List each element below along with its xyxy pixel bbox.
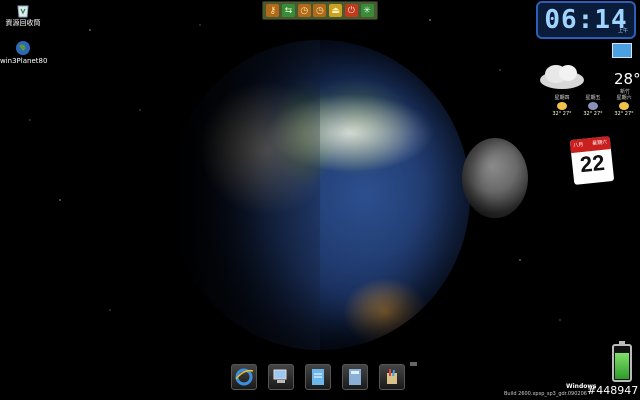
dock-paint[interactable]: [379, 364, 405, 390]
key-icon[interactable]: ⚷: [266, 4, 280, 17]
planet-app-icon: [16, 41, 30, 55]
build-string: Build 2600.xpsp_sp3_gdr.090206: [504, 391, 587, 397]
forecast-day-name: 星期六: [616, 95, 632, 101]
monitor-icon[interactable]: [612, 43, 632, 58]
dock-expand-handle[interactable]: [410, 362, 417, 366]
paint-icon: [387, 369, 397, 384]
forecast-temp: 32° 27°: [552, 111, 572, 117]
battery-gauge[interactable]: [612, 341, 632, 382]
settings-burst-icon[interactable]: ✳: [360, 4, 374, 17]
forecast-temp: 32° 27°: [614, 111, 634, 117]
power-icon[interactable]: ⏻: [344, 4, 358, 17]
battery-cap: [619, 341, 625, 344]
forecast-day: 星期六 32° 27°: [610, 94, 638, 117]
internet-explorer-icon: [235, 368, 254, 386]
cloudy-weather-icon: [540, 65, 584, 89]
desktop-icon-recycle-bin[interactable]: 資源回收筒: [0, 2, 46, 28]
clock-ampm: 上午: [617, 28, 628, 34]
desktop-icon-planet-app[interactable]: win3Planet80: [0, 40, 48, 66]
storm-icon: [588, 102, 598, 110]
forecast-day-name: 星期四: [554, 95, 570, 101]
clock-time: 06:14: [544, 5, 628, 35]
digital-clock-widget[interactable]: 06:14 上午: [536, 1, 636, 39]
forecast-day-name: 星期五: [585, 95, 601, 101]
desktop-icon-label: win3Planet80: [0, 57, 48, 65]
dock-internet-explorer[interactable]: [231, 364, 257, 390]
desktop-icon-label: 資源回收筒: [5, 19, 41, 27]
forecast-day: 星期五 32° 27°: [579, 94, 607, 117]
moon: [462, 138, 528, 218]
clock-icon[interactable]: ◷: [297, 4, 311, 17]
forecast-temp: 32° 27°: [583, 111, 603, 117]
sun-icon: [619, 102, 629, 110]
dock-notepad[interactable]: [305, 364, 331, 390]
calculator-icon: [349, 369, 361, 385]
dock-network-computer[interactable]: [268, 364, 294, 390]
swap-arrows-icon[interactable]: ⇆: [282, 4, 296, 17]
dock-calculator[interactable]: [342, 364, 368, 390]
notepad-icon: [312, 369, 324, 385]
current-temperature: 28°: [614, 70, 640, 88]
calendar-day: 22: [578, 149, 606, 178]
watermark-id: #448947: [587, 384, 639, 397]
battery-level-fill: [615, 353, 629, 379]
calendar-weekday: 星期六: [591, 139, 608, 147]
top-toolbar: ⚷ ⇆ ◷ ◷ ⏏ ⏻ ✳: [262, 1, 378, 20]
network-computer-icon: [273, 369, 287, 383]
calendar-month: 八月: [573, 141, 584, 149]
weather-widget[interactable]: 28° 新竹 星期四 32° 27° 星期五 32° 27° 星期六 32° 2…: [534, 58, 640, 130]
clock-alt-icon[interactable]: ◷: [313, 4, 327, 17]
eject-icon[interactable]: ⏏: [329, 4, 343, 17]
forecast-day: 星期四 32° 27°: [548, 94, 576, 117]
calendar-widget[interactable]: 八月 星期六 22: [569, 136, 615, 185]
recycle-bin-icon: [17, 5, 29, 18]
forecast-row: 星期四 32° 27° 星期五 32° 27° 星期六 32° 27°: [548, 94, 638, 117]
sun-icon: [557, 102, 567, 110]
